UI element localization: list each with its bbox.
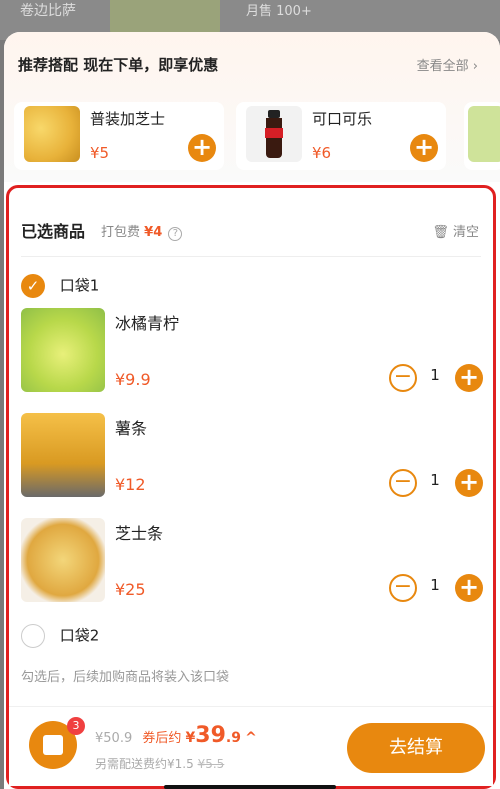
bag-1[interactable]: ✓ 口袋1	[21, 274, 99, 298]
recommend-title: 推荐搭配 现在下单，即享优惠	[18, 56, 219, 74]
recommend-name: 普装加芝士	[90, 110, 166, 128]
home-indicator	[164, 785, 336, 789]
checkbox-checked-icon[interactable]: ✓	[21, 274, 45, 298]
bag-label: 口袋2	[59, 626, 100, 645]
chevron-up-icon[interactable]: ^	[245, 730, 257, 746]
decrease-icon[interactable]: −	[389, 574, 417, 602]
clear-button[interactable]: 🗑 清空	[432, 221, 479, 240]
cart-item: 芝士条 ¥25 − 1 +	[21, 518, 491, 608]
lime-drink-image	[21, 308, 105, 392]
drink-image	[468, 106, 500, 162]
shopping-bag-icon	[43, 735, 63, 755]
delivery-original: ¥5.5	[197, 757, 225, 771]
divider	[21, 256, 481, 257]
delivery-label: 另需配送费约¥1.5	[95, 757, 194, 771]
background-sales: 月售 100+	[246, 4, 312, 19]
packing-fee: 打包费 ¥4 ?	[101, 221, 183, 241]
cart-button[interactable]: 3	[29, 717, 85, 769]
cart-sheet: 推荐搭配 现在下单，即享优惠 查看全部 › 普装加芝士 ¥5 + 可口可乐 ¥6…	[4, 32, 500, 789]
checkbox-unchecked-icon[interactable]	[21, 624, 45, 648]
add-icon[interactable]: +	[410, 134, 438, 162]
recommend-card[interactable]: 可口可乐 ¥6 +	[236, 102, 446, 170]
item-name: 芝士条	[115, 524, 164, 543]
item-quantity: 1	[430, 576, 440, 594]
fries-image	[21, 413, 105, 497]
recommend-price: ¥5	[90, 144, 110, 162]
cart-count-badge: 3	[67, 717, 85, 735]
clear-label: 清空	[452, 225, 479, 240]
recommend-price: ¥6	[312, 144, 332, 162]
recommend-card-partial[interactable]	[464, 102, 500, 170]
decrease-icon[interactable]: −	[389, 364, 417, 392]
selected-items-panel: 已选商品 打包费 ¥4 ? 🗑 清空 ✓ 口袋1 冰橘青柠 ¥9.9 − 1 +…	[6, 185, 496, 789]
checkout-button[interactable]: 去结算	[347, 723, 485, 773]
help-icon[interactable]: ?	[168, 227, 183, 241]
cart-item: 冰橘青柠 ¥9.9 − 1 +	[21, 308, 491, 398]
cheese-image	[24, 106, 80, 162]
after-coupon-price: 39	[195, 723, 226, 748]
price-summary[interactable]: ¥50.9 券后约 ¥39.9 ^	[95, 723, 257, 748]
delivery-fee: 另需配送费约¥1.5 ¥5.5	[95, 755, 224, 772]
bag-label: 口袋1	[59, 276, 100, 295]
cola-image	[246, 106, 302, 162]
increase-icon[interactable]: +	[455, 469, 483, 497]
after-coupon-label: 券后约	[142, 731, 182, 746]
item-quantity: 1	[430, 366, 440, 384]
recommend-name: 可口可乐	[312, 110, 373, 128]
currency-symbol: ¥	[185, 730, 196, 746]
item-price: ¥9.9	[115, 370, 151, 389]
selected-title: 已选商品	[21, 222, 86, 241]
item-price: ¥25	[115, 580, 146, 599]
bag-2[interactable]: 口袋2	[21, 624, 99, 648]
recommend-card[interactable]: 普装加芝士 ¥5 +	[14, 102, 224, 170]
background-product-image	[110, 0, 220, 36]
packing-label: 打包费	[101, 225, 141, 240]
item-name: 薯条	[115, 419, 148, 438]
add-icon[interactable]: +	[188, 134, 216, 162]
original-total: ¥50.9	[95, 731, 133, 746]
checkout-bar: 3 ¥50.9 券后约 ¥39.9 ^ 另需配送费约¥1.5 ¥5.5 去结算	[9, 706, 493, 786]
decrease-icon[interactable]: −	[389, 469, 417, 497]
after-coupon-decimal: .9	[225, 730, 241, 746]
item-price: ¥12	[115, 475, 146, 494]
increase-icon[interactable]: +	[455, 364, 483, 392]
background-product-title: 卷边比萨	[20, 3, 76, 19]
view-all-link[interactable]: 查看全部 ›	[417, 55, 478, 74]
cola-bottle-icon	[265, 110, 283, 158]
increase-icon[interactable]: +	[455, 574, 483, 602]
recommend-section: 推荐搭配 现在下单，即享优惠 查看全部 › 普装加芝士 ¥5 + 可口可乐 ¥6…	[4, 32, 500, 182]
item-quantity: 1	[430, 471, 440, 489]
trash-icon: 🗑	[432, 225, 449, 240]
packing-amount: ¥4	[144, 225, 163, 240]
cheese-stick-image	[21, 518, 105, 602]
item-name: 冰橘青柠	[115, 314, 180, 333]
cart-item: 薯条 ¥12 − 1 +	[21, 413, 491, 503]
bag-hint: 勾选后，后续加购商品将装入该口袋	[21, 670, 230, 685]
